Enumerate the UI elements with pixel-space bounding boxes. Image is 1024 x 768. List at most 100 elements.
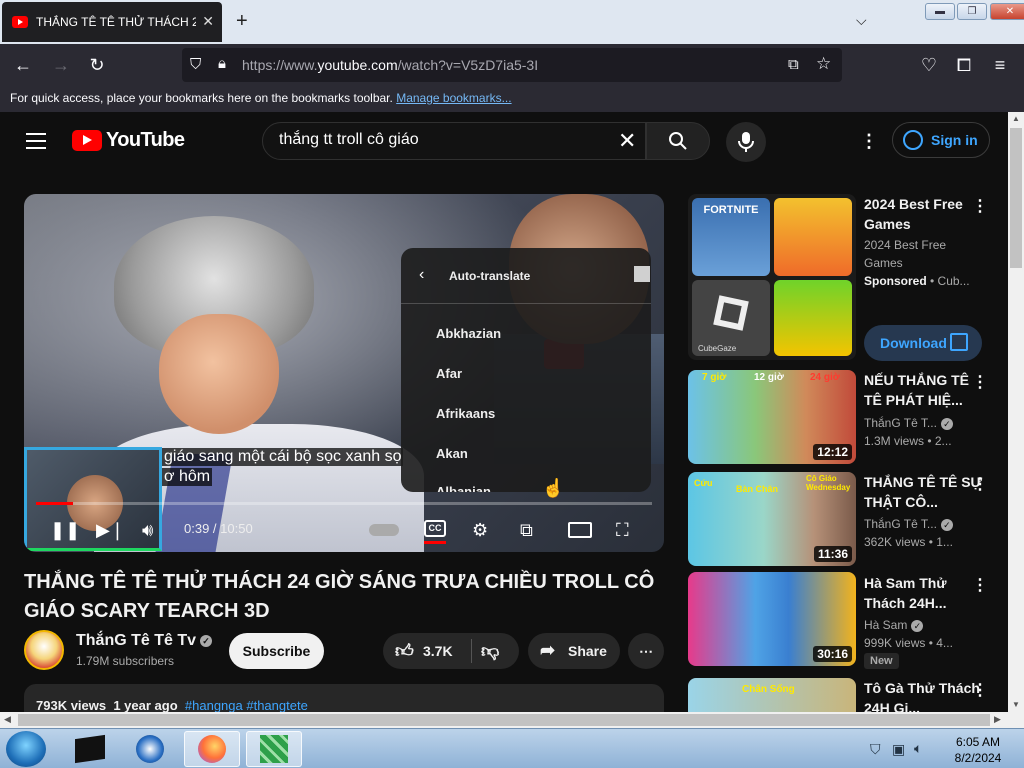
volume-icon[interactable]: 🔊︎ xyxy=(142,518,153,542)
system-clock[interactable]: 6:05 AM 8/2/2024 xyxy=(938,734,1018,766)
tracking-shield-icon[interactable]: ⛉ xyxy=(190,56,201,73)
menu-back-icon[interactable]: ‹ xyxy=(419,266,424,284)
fullscreen-icon[interactable]: ⛶ xyxy=(616,518,629,542)
translate-page-icon[interactable]: ⧉ xyxy=(788,56,799,73)
guide-menu-icon[interactable] xyxy=(26,133,46,149)
taskbar-app-firefox[interactable] xyxy=(184,731,240,767)
clock-time: 6:05 AM xyxy=(955,735,1001,749)
address-bar[interactable]: ⛉ 🔒︎ https://www.youtube.com/watch?v=V5z… xyxy=(182,48,842,82)
download-button[interactable]: Download xyxy=(864,325,982,361)
thumb-caption: 12 giờ xyxy=(754,372,784,383)
language-option[interactable]: Albanian xyxy=(436,484,491,492)
like-thumb-icon[interactable]: 👍︎ xyxy=(395,640,414,662)
ad-menu-icon[interactable]: ⋮ xyxy=(972,196,988,216)
related-video-channel: ThắnG Tê T... ✓ xyxy=(864,414,994,432)
extensions-icon[interactable]: ⧠ xyxy=(953,54,975,76)
firefox-icon xyxy=(198,735,226,763)
taskbar-app-terminal[interactable] xyxy=(62,731,118,767)
description-box[interactable]: 793K views 1 year ago #hangnga #thangtet… xyxy=(24,684,664,712)
next-video-icon[interactable]: ▶❘ xyxy=(96,518,125,542)
taskbar-app-media-player[interactable] xyxy=(122,731,178,767)
close-window-button[interactable]: ✕ xyxy=(990,3,1024,20)
related-video-thumbnail[interactable]: 7 giờ 12 giờ 24 giờ 12:12 xyxy=(688,370,856,464)
scroll-up-arrow-icon[interactable]: ▲ xyxy=(1012,114,1020,123)
like-count[interactable]: 3.7K xyxy=(423,643,453,659)
url-text[interactable]: https://www.youtube.com/watch?v=V5zD7ia5… xyxy=(242,57,538,73)
sign-in-button[interactable]: Sign in xyxy=(892,122,990,158)
language-option[interactable]: Afar xyxy=(436,366,462,381)
terminal-icon xyxy=(75,734,105,764)
horizontal-scrollbar[interactable]: ◀ ▶ xyxy=(0,712,1024,728)
related-video-thumbnail[interactable]: Cứu Bàn Chân Cô Giáo Wednesday 11:36 xyxy=(688,472,856,566)
vertical-scroll-thumb[interactable] xyxy=(1010,128,1022,268)
menu-scrollbar-thumb[interactable] xyxy=(634,266,650,282)
start-button[interactable] xyxy=(6,731,46,767)
video-player[interactable]: giáo sang một cái bộ sọc xanh sọ ơ hôm ‹… xyxy=(24,194,664,552)
miniplayer-icon[interactable]: ⧉ xyxy=(520,518,533,542)
scroll-right-arrow-icon[interactable]: ▶ xyxy=(994,714,1001,725)
dislike-thumb-icon[interactable]: 👎︎ xyxy=(481,640,499,662)
language-option[interactable]: Abkhazian xyxy=(436,326,501,341)
more-actions-button[interactable]: ⋯ xyxy=(628,633,664,669)
scroll-left-arrow-icon[interactable]: ◀ xyxy=(4,714,11,725)
related-video-thumbnail[interactable]: 30:16 xyxy=(688,572,856,666)
volume-tray-icon[interactable]: 🔈︎ xyxy=(914,740,922,757)
close-tab-icon[interactable]: ✕ xyxy=(202,13,214,30)
hashtags[interactable]: #hangnga #thangtete xyxy=(185,698,308,712)
search-input[interactable]: thắng tt troll cô giáo xyxy=(262,122,646,160)
ad-thumbnail[interactable]: FORTNITE CubeGaze xyxy=(688,194,856,360)
youtube-logo[interactable]: YouTube xyxy=(72,129,185,152)
forward-arrow-icon[interactable]: → xyxy=(50,54,72,76)
pocket-icon[interactable]: ♡ xyxy=(918,54,940,76)
horizontal-scroll-thumb[interactable] xyxy=(18,714,990,726)
settings-gear-icon[interactable]: ⚙ xyxy=(472,518,488,542)
bookmark-star-icon[interactable]: ☆ xyxy=(816,54,831,74)
ad-title[interactable]: 2024 Best Free Games xyxy=(864,194,984,234)
related-video-title[interactable]: Hà Sam Thử Thách 24H... xyxy=(864,573,984,613)
logo-text: YouTube xyxy=(106,129,185,151)
captions-active-indicator xyxy=(424,541,446,544)
voice-search-button[interactable] xyxy=(726,122,766,162)
subscriber-count: 1.79M subscribers xyxy=(76,654,175,668)
related-video-title[interactable]: THẮNG TÊ TÊ SỰ THẬT CÔ... xyxy=(864,472,984,512)
search-button[interactable] xyxy=(646,122,710,160)
app-menu-icon[interactable]: ≡ xyxy=(989,54,1011,76)
verified-check-icon: ✓ xyxy=(911,619,924,632)
channel-avatar[interactable] xyxy=(24,630,64,670)
related-video-title[interactable]: NẾU THẮNG TÊ TÊ PHÁT HIỆ... xyxy=(864,370,984,410)
subscribe-button[interactable]: Subscribe xyxy=(229,633,324,669)
list-all-tabs-button[interactable]: ⌵ xyxy=(856,12,867,29)
clear-search-icon[interactable]: ✕ xyxy=(618,128,636,154)
lock-icon[interactable]: 🔒︎ xyxy=(218,55,226,72)
related-video-menu-icon[interactable]: ⋮ xyxy=(972,680,988,700)
related-video-menu-icon[interactable]: ⋮ xyxy=(972,372,988,392)
pause-icon[interactable]: ❚❚ xyxy=(50,518,80,542)
theater-mode-icon[interactable] xyxy=(568,522,592,538)
autoplay-toggle[interactable] xyxy=(369,524,399,536)
related-video-menu-icon[interactable]: ⋮ xyxy=(972,575,988,595)
share-button[interactable]: ➦ Share xyxy=(528,633,620,669)
security-shield-icon[interactable]: ⛉ xyxy=(870,741,881,758)
roblox-logo-icon xyxy=(713,295,749,331)
reload-icon[interactable]: ↻ xyxy=(86,54,108,76)
minimize-button[interactable]: ▬ xyxy=(925,3,955,20)
new-tab-button[interactable]: + xyxy=(236,10,248,33)
manage-bookmarks-link[interactable]: Manage bookmarks... xyxy=(396,91,511,105)
language-option[interactable]: Afrikaans xyxy=(436,406,495,421)
back-arrow-icon[interactable]: ← xyxy=(12,54,34,76)
browser-tab-active[interactable]: THẮNG TÊ TÊ THỬ THÁCH 24 ✕ xyxy=(2,2,222,42)
related-video-thumbnail[interactable]: Chân Sống xyxy=(688,678,856,712)
language-option[interactable]: Akan xyxy=(436,446,468,461)
related-video-menu-icon[interactable]: ⋮ xyxy=(972,474,988,494)
scroll-down-arrow-icon[interactable]: ▼ xyxy=(1012,700,1020,709)
restore-button[interactable]: ❐ xyxy=(957,3,987,20)
related-video-title[interactable]: Tô Gà Thử Thách 24H Gi... xyxy=(864,678,984,712)
captions-button[interactable]: CC xyxy=(424,520,446,537)
settings-kebab-icon[interactable]: ⋮ xyxy=(860,132,878,150)
taskbar-app-python[interactable] xyxy=(246,731,302,767)
vertical-scrollbar[interactable]: ▲ ▼ xyxy=(1008,112,1024,712)
bookmarks-message: For quick access, place your bookmarks h… xyxy=(10,91,393,105)
network-icon[interactable]: ▣ xyxy=(892,741,905,758)
channel-name[interactable]: ThắnG Tê Tê Tv ✓ xyxy=(76,632,213,650)
progress-bar[interactable] xyxy=(36,502,652,505)
